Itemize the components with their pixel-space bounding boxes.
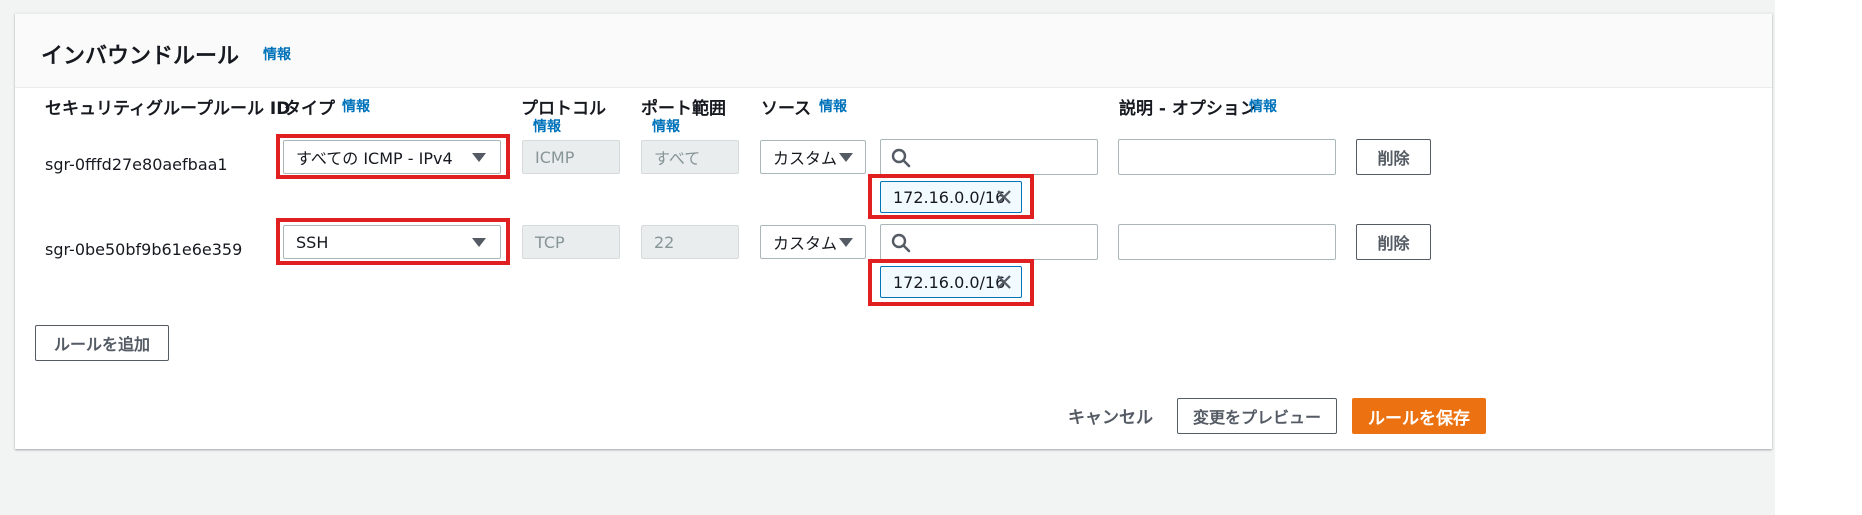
port-range-field: すべて [641,140,739,174]
description-input[interactable] [1118,139,1336,175]
caret-down-icon [472,238,486,247]
panel-title: インバウンドルール [41,44,240,69]
source-cidr-token: 172.16.0.0/16 [880,266,1022,298]
right-margin [1775,0,1862,515]
protocol-field: ICMP [522,140,620,174]
source-search-input[interactable] [880,139,1098,175]
panel-info-link[interactable]: 情報 [263,44,291,64]
description-info-link[interactable]: 情報 [1249,96,1277,116]
col-header-description: 説明 - オプション [1119,99,1257,119]
col-header-rule-id: セキュリティグループルール ID [45,99,291,119]
type-select-value: SSH [296,232,329,252]
delete-rule-button[interactable]: 削除 [1356,224,1431,260]
search-icon [891,148,911,168]
preview-changes-button[interactable]: 変更をプレビュー [1177,398,1337,434]
cancel-button[interactable]: キャンセル [1068,403,1153,428]
col-header-source: ソース [761,99,812,119]
protocol-info-link[interactable]: 情報 [533,116,561,136]
search-icon [891,233,911,253]
caret-down-icon [839,153,853,162]
rule-id: sgr-0be50bf9b61e6e359 [45,240,243,259]
type-info-link[interactable]: 情報 [342,96,370,116]
save-rules-button[interactable]: ルールを保存 [1352,398,1486,434]
source-info-link[interactable]: 情報 [819,96,847,116]
description-input[interactable] [1118,224,1336,260]
close-icon[interactable] [995,273,1013,291]
protocol-field: TCP [522,225,620,259]
source-cidr-token: 172.16.0.0/16 [880,181,1022,213]
cidr-token-label: 172.16.0.0/16 [893,272,1006,292]
inbound-rules-panel: インバウンドルール 情報 セキュリティグループルール ID タイプ 情報 プロト… [15,13,1772,449]
type-select[interactable]: すべての ICMP - IPv4 [283,140,501,174]
delete-rule-button[interactable]: 削除 [1356,139,1431,175]
source-type-value: カスタム [773,234,838,253]
close-icon[interactable] [995,188,1013,206]
type-select-value: すべての ICMP - IPv4 [296,149,453,168]
port-range-field: 22 [641,225,739,259]
col-header-type: タイプ [284,99,335,119]
source-type-select[interactable]: カスタム [760,140,866,174]
port-range-info-link[interactable]: 情報 [652,116,680,136]
source-type-value: カスタム [773,149,838,168]
source-search-input[interactable] [880,224,1098,260]
cidr-token-label: 172.16.0.0/16 [893,187,1006,207]
type-select[interactable]: SSH [283,225,501,259]
add-rule-button[interactable]: ルールを追加 [35,325,169,361]
caret-down-icon [472,153,486,162]
rule-id: sgr-0fffd27e80aefbaa1 [45,155,228,174]
caret-down-icon [839,238,853,247]
source-type-select[interactable]: カスタム [760,225,866,259]
panel-header: インバウンドルール 情報 [15,14,1772,88]
